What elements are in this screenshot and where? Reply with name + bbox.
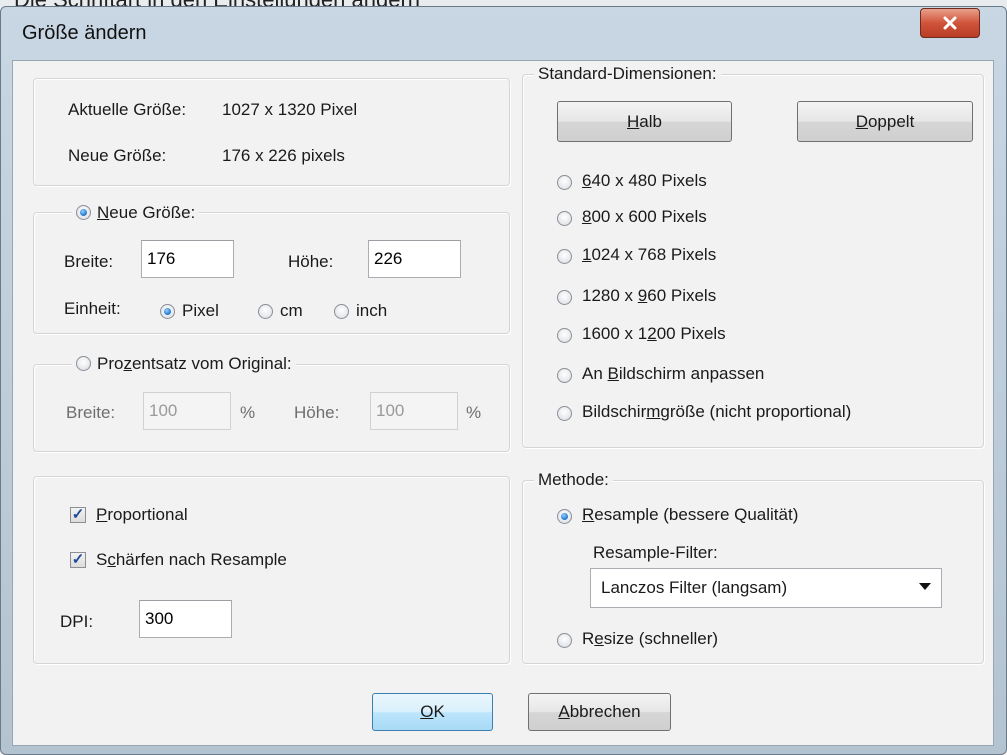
percent-width-input[interactable] bbox=[143, 392, 231, 430]
percent-height-label: Höhe: bbox=[294, 403, 340, 422]
dim-radio-1024[interactable] bbox=[557, 249, 572, 264]
dim-radio-800[interactable] bbox=[557, 211, 572, 226]
sharpen-label: Schärfen nach Resample bbox=[96, 550, 287, 569]
current-size-label: Aktuelle Größe: bbox=[68, 100, 187, 119]
height-input[interactable] bbox=[368, 240, 461, 278]
resample-filter-label: Resample-Filter: bbox=[593, 543, 718, 562]
percent-radio-label-prefix: Pro bbox=[97, 354, 124, 373]
proportional-checkbox[interactable]: ✓ bbox=[70, 507, 86, 523]
resize-label: Resize (schneller) bbox=[582, 629, 719, 648]
dim-label-fit-screen: An Bildschirm anpassen bbox=[582, 364, 765, 383]
resize-radio[interactable] bbox=[557, 633, 572, 648]
percent-height-input[interactable] bbox=[370, 392, 458, 430]
dim-radio-1600[interactable] bbox=[557, 328, 572, 343]
resample-filter-value: Lanczos Filter (langsam) bbox=[601, 578, 788, 597]
percent-radio-label-accel: z bbox=[123, 354, 132, 373]
dim-label-screen-size: Bildschirmgröße (nicht proportional) bbox=[582, 402, 852, 421]
dim-radio-1280[interactable] bbox=[557, 290, 572, 305]
close-button[interactable] bbox=[920, 8, 980, 38]
percent-width-unit: % bbox=[240, 403, 256, 422]
width-label: Breite: bbox=[64, 252, 114, 271]
dim-radio-640[interactable] bbox=[557, 175, 572, 190]
dialog-title: Größe ändern bbox=[22, 22, 147, 44]
new-size-radio[interactable] bbox=[76, 205, 91, 220]
proportional-label: Proportional bbox=[96, 505, 188, 524]
dim-label-1600: 1600 x 1200 Pixels bbox=[582, 324, 726, 343]
new-size-value: 176 x 226 pixels bbox=[222, 146, 345, 165]
width-input[interactable] bbox=[141, 240, 234, 278]
current-size-value: 1027 x 1320 Pixel bbox=[222, 100, 358, 119]
cancel-button[interactable]: Abbrechen bbox=[528, 693, 671, 731]
height-label: Höhe: bbox=[288, 252, 334, 271]
dim-label-800: 800 x 600 Pixels bbox=[582, 207, 707, 226]
dim-label-1280: 1280 x 960 Pixels bbox=[582, 286, 717, 305]
dim-label-640: 640 x 480 Pixels bbox=[582, 171, 707, 190]
percent-radio[interactable] bbox=[76, 356, 91, 371]
new-size-label: Neue Größe: bbox=[68, 146, 167, 165]
standard-dimensions-legend: Standard-Dimensionen: bbox=[534, 64, 721, 84]
new-size-radio-label: eue Größe: bbox=[109, 203, 196, 222]
double-button[interactable]: Doppelt bbox=[797, 101, 973, 142]
dpi-label: DPI: bbox=[60, 612, 94, 631]
ok-button[interactable]: OK bbox=[372, 693, 493, 731]
half-button[interactable]: Halb bbox=[557, 101, 732, 142]
unit-pixel-label: Pixel bbox=[182, 301, 219, 320]
resample-filter-dropdown[interactable]: Lanczos Filter (langsam) bbox=[590, 568, 942, 608]
dim-label-1024: 1024 x 768 Pixels bbox=[582, 245, 717, 264]
unit-pixel-radio[interactable] bbox=[160, 304, 175, 319]
resample-radio[interactable] bbox=[557, 509, 572, 524]
unit-cm-radio[interactable] bbox=[258, 304, 273, 319]
close-icon bbox=[943, 16, 957, 30]
percent-radio-label: entsatz vom Original: bbox=[131, 354, 292, 373]
sharpen-checkbox[interactable]: ✓ bbox=[70, 552, 86, 568]
unit-inch-radio[interactable] bbox=[334, 304, 349, 319]
chevron-down-icon bbox=[919, 583, 931, 590]
dim-radio-screen-size[interactable] bbox=[557, 406, 572, 421]
percent-width-label: Breite: bbox=[66, 403, 116, 422]
resample-label: Resample (bessere Qualität) bbox=[582, 505, 799, 524]
method-legend: Methode: bbox=[534, 470, 613, 490]
unit-cm-label: cm bbox=[280, 301, 303, 320]
percent-height-unit: % bbox=[466, 403, 482, 422]
title-bar[interactable] bbox=[0, 6, 1007, 60]
dpi-input[interactable] bbox=[139, 600, 232, 638]
dim-radio-fit-screen[interactable] bbox=[557, 368, 572, 383]
size-info-group bbox=[33, 78, 510, 186]
percent-radio-legend[interactable]: Prozentsatz vom Original: bbox=[72, 354, 296, 374]
new-size-radio-label-accel: N bbox=[97, 203, 110, 222]
unit-inch-label: inch bbox=[356, 301, 388, 320]
new-size-radio-legend[interactable]: Neue Größe: bbox=[72, 203, 200, 223]
unit-label: Einheit: bbox=[64, 299, 121, 318]
